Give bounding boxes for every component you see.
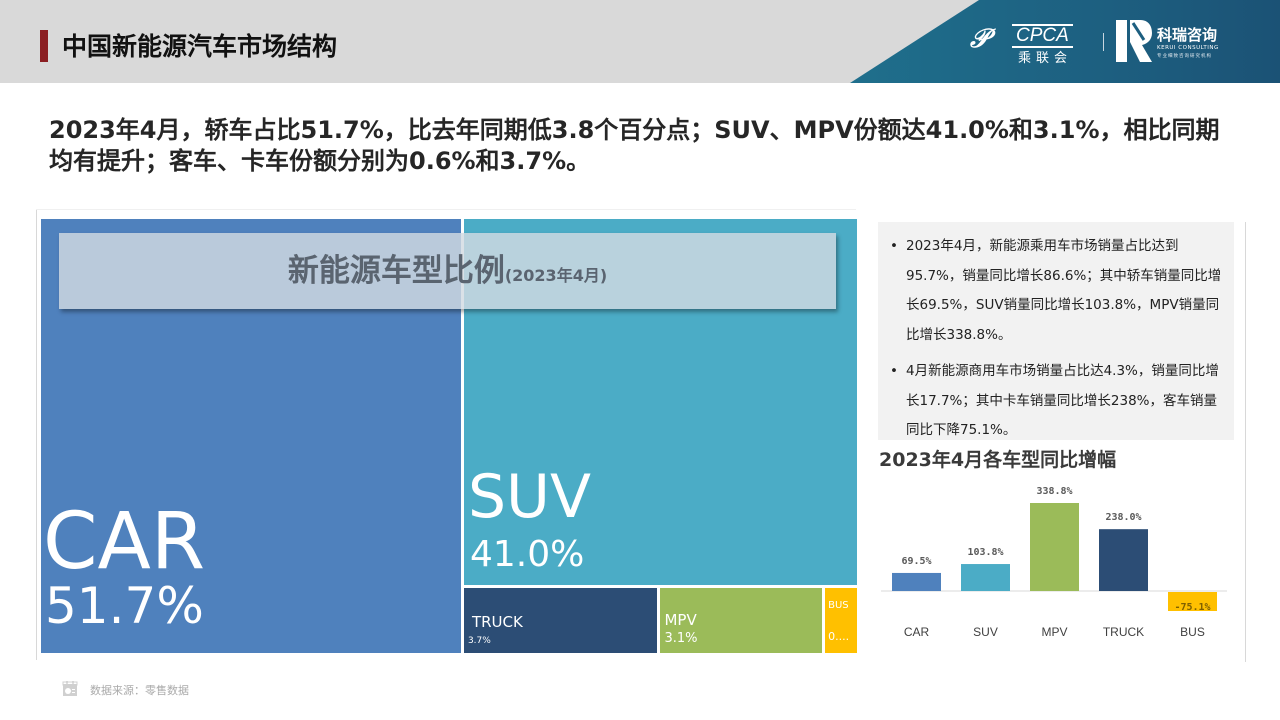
cpca-logo-cn: 乘联会 [1018, 51, 1073, 66]
bar-chart-title: 2023年4月各车型同比增幅 [879, 449, 1117, 471]
treemap-title: 新能源车型比例(2023年4月) [59, 233, 836, 314]
treemap-label-bus: BUS [828, 600, 849, 612]
bullet-icon: • [890, 363, 898, 379]
bullet-icon: • [890, 238, 898, 254]
kerui-logo-name: 科瑞咨询 [1157, 26, 1218, 44]
cpca-logo-text: CPCA [1012, 24, 1073, 48]
kerui-logo-en: KERUI CONSULTING [1157, 45, 1219, 51]
treemap-title-sub: (2023年4月) [504, 266, 608, 285]
bar-category-label-mpv: MPV [1041, 625, 1067, 639]
logo-divider [1103, 33, 1104, 51]
treemap-title-box: 新能源车型比例(2023年4月) [59, 233, 836, 309]
bar-data-label-mpv: 338.8% [1036, 486, 1072, 497]
chart-frame-left [36, 210, 37, 660]
note-item: • 2023年4月，新能源乘用车市场销量占比达到95.7%，销量同比增长86.6… [888, 232, 1224, 350]
treemap-label-mpv: MPV [664, 610, 697, 629]
treemap-value-suv: 41.0% [469, 534, 585, 576]
bar-data-label-car: 69.5% [901, 556, 931, 567]
title-accent-bar [40, 30, 48, 62]
calendar-chart-icon [62, 681, 78, 696]
bar-truck [1099, 529, 1148, 591]
note-item: • 4月新能源商用车市场销量占比达4.3%，销量同比增长17.7%；其中卡车销量… [888, 357, 1224, 446]
bar-category-label-bus: BUS [1180, 625, 1205, 639]
treemap-tile-truck: TRUCK 3.7% [463, 588, 658, 653]
treemap-value-car: 51.7% [45, 577, 204, 635]
headline-summary: 2023年4月，轿车占比51.7%，比去年同期低3.8个百分点；SUV、MPV份… [49, 116, 1220, 175]
treemap-label-suv: SUV [467, 462, 591, 533]
treemap-value-bus: 0.... [828, 629, 850, 643]
cpca-logo: 𝒫 CPCA 乘联会 [970, 22, 1090, 66]
kerui-logo-tagline: 专业细致咨询研究机构 [1157, 54, 1212, 59]
note-text: 4月新能源商用车市场销量占比达4.3%，销量同比增长17.7%；其中卡车销量同比… [906, 363, 1219, 438]
page-title: 中国新能源汽车市场结构 [62, 32, 338, 61]
data-source-text: 数据来源：零售数据 [90, 684, 189, 697]
bar-suv [961, 564, 1010, 591]
chart-frame-top [36, 209, 856, 210]
treemap-tile-mpv: MPV 3.1% [660, 588, 823, 653]
bar-data-label-bus: -75.1% [1174, 602, 1210, 613]
treemap-label-truck: TRUCK [471, 612, 523, 631]
note-text: 2023年4月，新能源乘用车市场销量占比达到95.7%，销量同比增长86.6%；… [906, 238, 1222, 343]
kerui-k-icon [1116, 20, 1152, 62]
bar-data-label-truck: 238.0% [1105, 512, 1141, 523]
bar-category-label-car: CAR [904, 625, 930, 639]
yoy-growth-bar-chart: 69.5% CAR 103.8% SUV 338.8% MPV 238.0% TRUCK -75… [881, 486, 1227, 639]
treemap-value-truck: 3.7% [467, 635, 491, 646]
kerui-logo: 科瑞咨询 KERUI CONSULTING 专业细致咨询研究机构 [1116, 20, 1236, 64]
bar-category-label-truck: TRUCK [1103, 625, 1144, 639]
bar-data-label-suv: 103.8% [967, 547, 1003, 558]
treemap-label-car: CAR [43, 497, 206, 587]
bar-category-label-suv: SUV [973, 625, 998, 639]
header-bar: 中国新能源汽车市场结构 𝒫 CPCA 乘联会 科瑞咨询 KERUI CONSUL… [0, 0, 1280, 83]
bar-mpv [1030, 503, 1079, 591]
cpca-emblem-icon: 𝒫 [970, 24, 989, 54]
notes-panel: • 2023年4月，新能源乘用车市场销量占比达到95.7%，销量同比增长86.6… [878, 222, 1234, 440]
treemap-title-main: 新能源车型比例 [287, 253, 505, 289]
treemap-tile-bus: BUS 0.... [825, 588, 857, 653]
bar-car [892, 572, 941, 591]
treemap-value-mpv: 3.1% [664, 630, 698, 646]
